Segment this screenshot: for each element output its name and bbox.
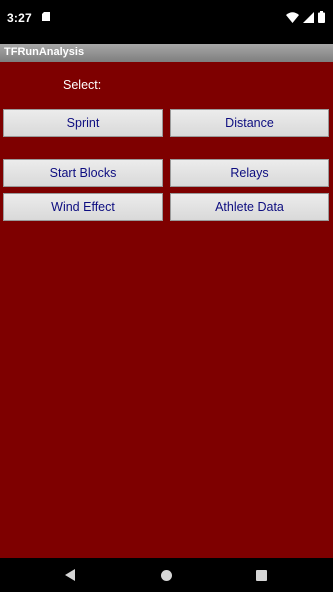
status-time: 3:27 [7, 11, 32, 25]
status-bar: 3:27 [0, 0, 333, 36]
wifi-icon [286, 11, 299, 23]
distance-button[interactable]: Distance [170, 109, 329, 137]
sd-card-icon [42, 12, 50, 21]
battery-icon [318, 11, 325, 23]
start-blocks-button[interactable]: Start Blocks [3, 159, 163, 187]
recents-icon[interactable] [256, 570, 267, 581]
athlete-data-button[interactable]: Athlete Data [170, 193, 329, 221]
status-icons [286, 11, 325, 23]
select-label: Select: [63, 78, 102, 92]
app-title-bar: TFRunAnalysis [0, 44, 333, 62]
main-content: Select: Sprint Distance Start Blocks Rel… [0, 62, 333, 558]
wind-effect-button[interactable]: Wind Effect [3, 193, 163, 221]
relays-button[interactable]: Relays [170, 159, 329, 187]
cellular-signal-icon [303, 11, 314, 23]
back-icon[interactable] [64, 569, 76, 581]
sprint-button[interactable]: Sprint [3, 109, 163, 137]
home-icon[interactable] [161, 570, 172, 581]
phone-screen: 3:27 TFRunAnalysis Select: Sprint Distan… [0, 0, 333, 592]
navigation-bar [0, 558, 333, 592]
app-title: TFRunAnalysis [4, 46, 85, 58]
